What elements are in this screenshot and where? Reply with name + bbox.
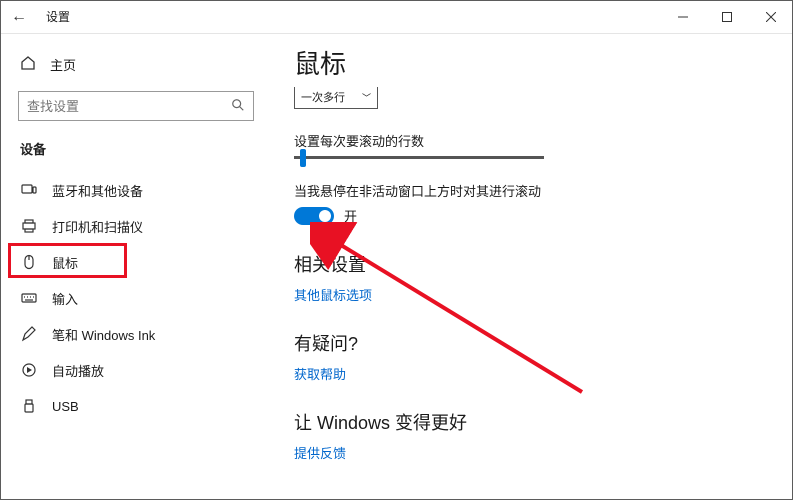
sidebar-item-label: USB <box>52 399 79 414</box>
maximize-button[interactable] <box>705 0 749 34</box>
window-caption-buttons <box>661 0 793 34</box>
keyboard-icon <box>20 290 38 306</box>
sidebar-item-label: 笔和 Windows Ink <box>52 325 155 344</box>
main-panel: 鼠标 一次多行 ﹀ 设置每次要滚动的行数 当我悬停在非活动窗口上方时对其进行滚动… <box>272 34 793 500</box>
printer-icon <box>20 218 38 234</box>
sidebar-item-bluetooth[interactable]: 蓝牙和其他设备 <box>0 172 272 208</box>
sidebar-item-printers[interactable]: 打印机和扫描仪 <box>0 208 272 244</box>
sidebar-item-label: 打印机和扫描仪 <box>52 217 143 236</box>
sidebar-item-label: 自动播放 <box>52 361 104 380</box>
get-help-link[interactable]: 获取帮助 <box>294 364 346 383</box>
back-button[interactable]: ← <box>8 8 30 26</box>
dropdown-value: 一次多行 <box>301 89 345 105</box>
usb-icon <box>20 398 38 414</box>
titlebar: ← 设置 <box>0 0 793 34</box>
autoplay-icon <box>20 362 38 378</box>
sidebar-home-label: 主页 <box>50 55 76 74</box>
close-button[interactable] <box>749 0 793 34</box>
app-title: 设置 <box>46 8 70 25</box>
content-area: 主页 设备 蓝牙和其他设备 打印机和扫描仪 <box>0 34 793 500</box>
inactive-scroll-toggle-row: 开 <box>294 206 771 225</box>
inactive-scroll-toggle[interactable] <box>294 207 334 225</box>
sidebar: 主页 设备 蓝牙和其他设备 打印机和扫描仪 <box>0 34 272 500</box>
sidebar-home[interactable]: 主页 <box>0 46 272 82</box>
sidebar-item-autoplay[interactable]: 自动播放 <box>0 352 272 388</box>
search-icon <box>231 98 245 115</box>
scroll-lines-slider[interactable] <box>294 156 544 159</box>
chevron-down-icon: ﹀ <box>362 91 371 104</box>
sidebar-section-label: 设备 <box>0 121 272 162</box>
home-icon <box>20 55 36 74</box>
sidebar-item-pen[interactable]: 笔和 Windows Ink <box>0 316 272 352</box>
sidebar-item-label: 鼠标 <box>52 253 78 272</box>
sidebar-item-label: 蓝牙和其他设备 <box>52 181 143 200</box>
pen-icon <box>20 326 38 342</box>
sidebar-nav: 蓝牙和其他设备 打印机和扫描仪 鼠标 输入 <box>0 162 272 424</box>
search-input[interactable] <box>27 99 231 114</box>
sidebar-item-usb[interactable]: USB <box>0 388 272 424</box>
minimize-button[interactable] <box>661 0 705 34</box>
help-header: 有疑问? <box>294 330 771 356</box>
better-windows-header: 让 Windows 变得更好 <box>294 409 771 435</box>
sidebar-item-typing[interactable]: 输入 <box>0 280 272 316</box>
search-container <box>0 82 272 121</box>
toggle-state-label: 开 <box>344 206 357 225</box>
scroll-lines-label: 设置每次要滚动的行数 <box>294 131 771 150</box>
page-title: 鼠标 <box>294 44 771 81</box>
scroll-mode-dropdown[interactable]: 一次多行 ﹀ <box>294 87 378 109</box>
inactive-scroll-label: 当我悬停在非活动窗口上方时对其进行滚动 <box>294 181 771 200</box>
related-settings-header: 相关设置 <box>294 251 771 277</box>
sidebar-item-label: 输入 <box>52 289 78 308</box>
search-box[interactable] <box>18 91 254 121</box>
sidebar-item-mouse[interactable]: 鼠标 <box>0 244 272 280</box>
additional-mouse-options-link[interactable]: 其他鼠标选项 <box>294 285 372 304</box>
bluetooth-icon <box>20 182 38 198</box>
feedback-link[interactable]: 提供反馈 <box>294 443 346 462</box>
mouse-icon <box>20 254 38 270</box>
